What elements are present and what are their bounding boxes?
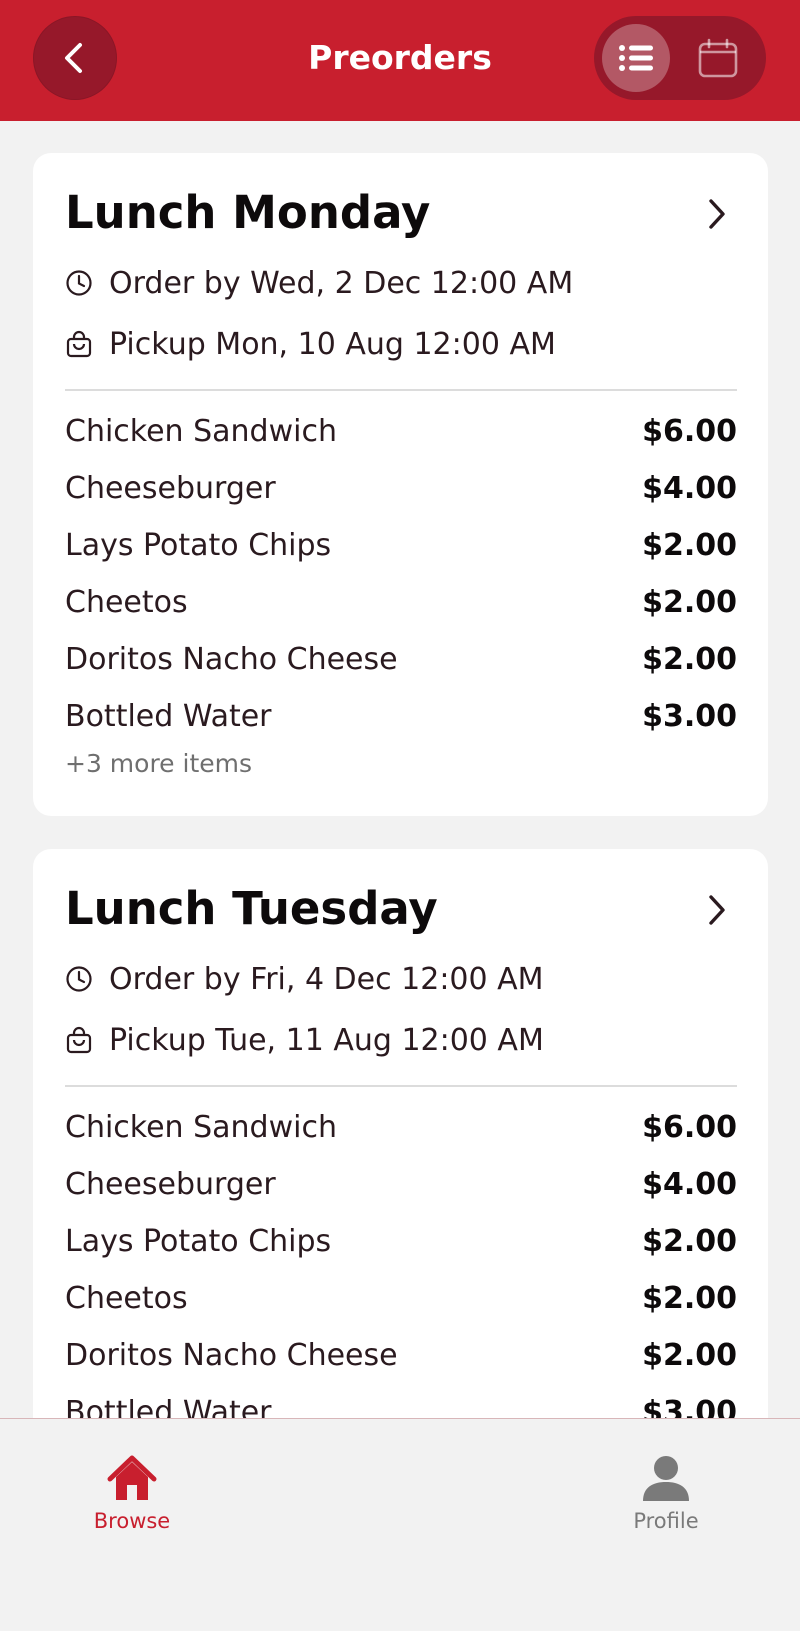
preorder-card-lunch-tuesday[interactable]: Lunch Tuesday Order by Fri, 4 Dec 12:00 …	[33, 849, 768, 1489]
order-by-text: Order by Wed, 2 Dec 12:00 AM	[109, 265, 574, 301]
item-name: Bottled Water	[65, 699, 272, 734]
list-item: Cheetos $2.00	[65, 574, 737, 631]
view-toggle	[594, 16, 766, 100]
app-header: Preorders	[0, 0, 800, 121]
card-title: Lunch Tuesday	[65, 882, 438, 935]
item-name: Cheetos	[65, 1281, 188, 1316]
item-price: $6.00	[642, 1110, 737, 1145]
item-price: $6.00	[642, 414, 737, 449]
item-name: Doritos Nacho Cheese	[65, 1338, 398, 1373]
card-title: Lunch Monday	[65, 186, 431, 239]
pickup-text: Pickup Tue, 11 Aug 12:00 AM	[109, 1022, 544, 1058]
order-by-text: Order by Fri, 4 Dec 12:00 AM	[109, 961, 544, 997]
order-by-row: Order by Wed, 2 Dec 12:00 AM	[65, 263, 573, 303]
tab-label: Profile	[633, 1509, 699, 1533]
tab-browse[interactable]: Browse	[52, 1419, 212, 1533]
item-name: Lays Potato Chips	[65, 1224, 332, 1259]
item-list: Chicken Sandwich $6.00 Cheeseburger $4.00 …	[65, 403, 737, 745]
list-view-button[interactable]	[602, 24, 670, 92]
list-item: Lays Potato Chips $2.00	[65, 517, 737, 574]
clock-icon	[65, 269, 93, 297]
item-price: $4.00	[642, 471, 737, 506]
pickup-row: Pickup Tue, 11 Aug 12:00 AM	[65, 1020, 544, 1060]
item-name: Doritos Nacho Cheese	[65, 642, 398, 677]
item-price: $2.00	[642, 1338, 737, 1373]
item-price: $3.00	[642, 699, 737, 734]
item-price: $2.00	[642, 528, 737, 563]
chevron-right-icon[interactable]	[700, 197, 734, 231]
more-items-text: +3 more items	[65, 749, 253, 778]
order-by-row: Order by Fri, 4 Dec 12:00 AM	[65, 959, 544, 999]
list-item: Chicken Sandwich $6.00	[65, 1099, 737, 1156]
item-price: $2.00	[642, 642, 737, 677]
calendar-icon	[698, 38, 738, 78]
shopping-bag-icon	[65, 330, 93, 358]
chevron-right-icon[interactable]	[700, 893, 734, 927]
item-name: Cheeseburger	[65, 1167, 276, 1202]
item-price: $2.00	[642, 585, 737, 620]
item-name: Lays Potato Chips	[65, 528, 332, 563]
tab-label: Browse	[93, 1509, 171, 1533]
item-list: Chicken Sandwich $6.00 Cheeseburger $4.00 …	[65, 1099, 737, 1441]
item-name: Cheetos	[65, 585, 188, 620]
list-item: Doritos Nacho Cheese $2.00	[65, 1327, 737, 1384]
list-icon	[619, 45, 653, 71]
item-name: Chicken Sandwich	[65, 414, 337, 449]
shopping-bag-icon	[65, 1026, 93, 1054]
calendar-view-button[interactable]	[684, 24, 752, 92]
item-name: Chicken Sandwich	[65, 1110, 337, 1145]
item-price: $2.00	[642, 1281, 737, 1316]
list-item: Cheetos $2.00	[65, 1270, 737, 1327]
clock-icon	[65, 965, 93, 993]
pickup-text: Pickup Mon, 10 Aug 12:00 AM	[109, 326, 556, 362]
home-icon	[107, 1455, 157, 1500]
item-name: Cheeseburger	[65, 471, 276, 506]
bottom-tab-bar: Browse Profile	[0, 1418, 800, 1631]
list-item: Cheeseburger $4.00	[65, 1156, 737, 1213]
item-price: $2.00	[642, 1224, 737, 1259]
list-item: Doritos Nacho Cheese $2.00	[65, 631, 737, 688]
divider	[65, 1085, 737, 1087]
preorder-card-lunch-monday[interactable]: Lunch Monday Order by Wed, 2 Dec 12:00 A…	[33, 153, 768, 816]
list-item: Cheeseburger $4.00	[65, 460, 737, 517]
tab-profile[interactable]: Profile	[586, 1419, 746, 1533]
list-item: Chicken Sandwich $6.00	[65, 403, 737, 460]
person-icon	[643, 1456, 689, 1501]
pickup-row: Pickup Mon, 10 Aug 12:00 AM	[65, 324, 556, 364]
list-item: Bottled Water $3.00	[65, 688, 737, 745]
item-price: $4.00	[642, 1167, 737, 1202]
list-item: Lays Potato Chips $2.00	[65, 1213, 737, 1270]
divider	[65, 389, 737, 391]
